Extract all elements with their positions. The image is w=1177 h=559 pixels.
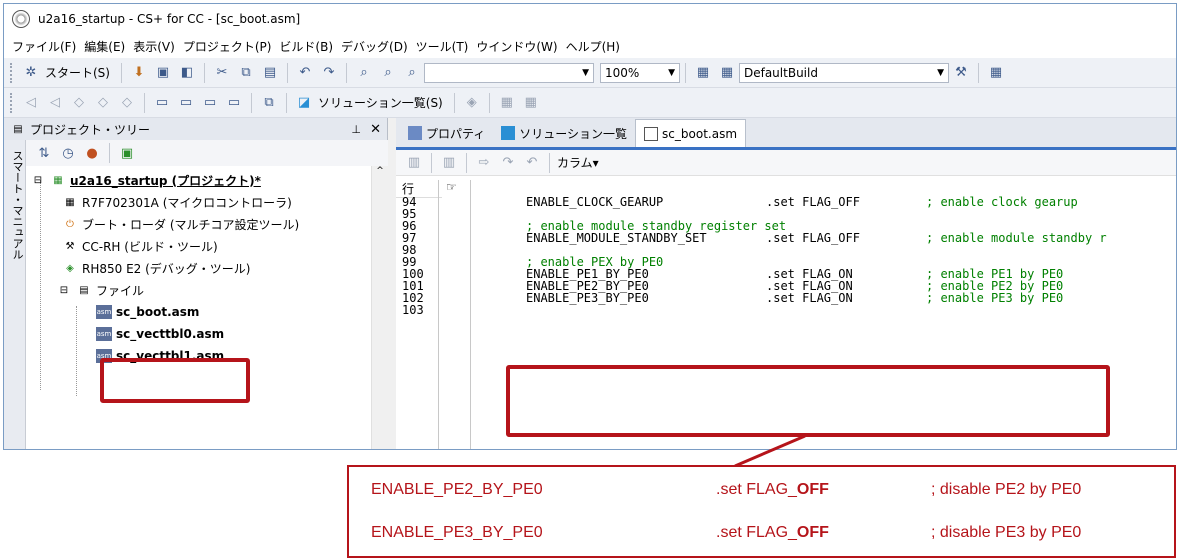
callout-comment: ; disable PE3 by PE0 (931, 524, 1082, 541)
callout-name: ENABLE_PE3_BY_PE0 (371, 524, 543, 541)
callout-comment: ; disable PE2 by PE0 (931, 481, 1082, 498)
callout-name: ENABLE_PE2_BY_PE0 (371, 481, 543, 498)
callout-set-value: OFF (796, 524, 829, 541)
callout-set-prefix: .set FLAG_ (716, 524, 797, 541)
callout-line: ENABLE_PE2_BY_PE0 .set FLAG_OFF ; disabl… (349, 479, 1174, 501)
callout-line: ENABLE_PE3_BY_PE0 .set FLAG_OFF ; disabl… (349, 522, 1174, 544)
callout-set-prefix: .set FLAG_ (716, 481, 797, 498)
callout-set: .set FLAG_OFF (716, 524, 829, 542)
callout-set-value: OFF (796, 481, 829, 498)
callout-box: ENABLE_PE2_BY_PE0 .set FLAG_OFF ; disabl… (347, 465, 1176, 558)
callout-set: .set FLAG_OFF (716, 481, 829, 499)
